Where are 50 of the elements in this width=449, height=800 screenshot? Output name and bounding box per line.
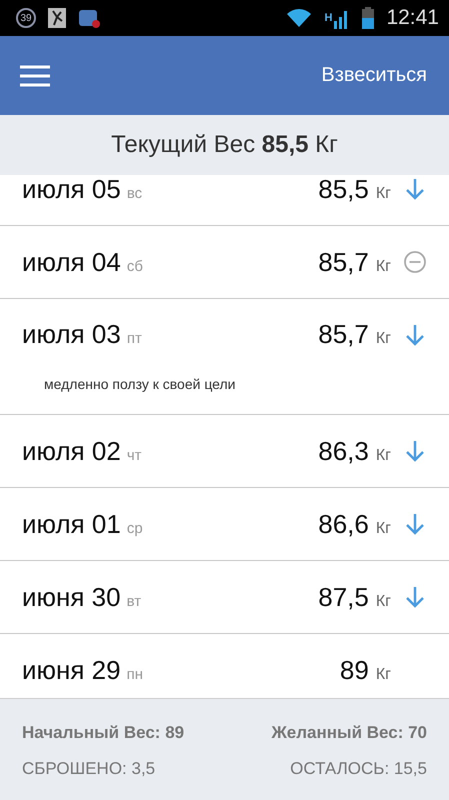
entry-date: июля 01 <box>22 508 121 540</box>
entry-weight: 85,7 <box>318 319 369 350</box>
network-type: H <box>324 12 332 24</box>
weekday: сб <box>126 258 143 274</box>
entry-weight: 89 <box>340 654 369 686</box>
entry-date: июля 05 <box>22 175 121 204</box>
down-arrow-icon <box>403 322 427 346</box>
weekday: пн <box>126 666 144 682</box>
weigh-in-button[interactable]: Взвеситься <box>321 60 427 91</box>
goal-weight: Желанный Вес: 70 <box>271 723 427 743</box>
battery-icon <box>362 7 374 29</box>
weekday: ср <box>126 520 143 536</box>
start-weight: Начальный Вес: 89 <box>22 723 186 743</box>
app-icon <box>48 8 66 28</box>
weight-unit: Кг <box>376 184 391 202</box>
minus-circle-icon <box>403 250 427 274</box>
menu-icon <box>20 64 50 86</box>
wifi-icon <box>286 8 312 28</box>
weight-unit: Кг <box>376 446 391 464</box>
entry-weight: 85,7 <box>318 246 369 278</box>
entry-weight: 87,5 <box>318 582 369 612</box>
weight-unit: Кг <box>376 330 391 348</box>
weight-unit: Кг <box>376 258 391 276</box>
entry-weight: 85,5 <box>318 175 369 204</box>
entry-weight: 86,3 <box>318 436 369 466</box>
down-arrow-icon <box>403 439 427 463</box>
menu-button[interactable] <box>20 64 50 86</box>
weight-unit: Кг <box>376 520 391 538</box>
weight-unit: Кг <box>376 666 391 684</box>
entry-date: июля 03 <box>22 319 121 350</box>
entry-weight: 86,6 <box>318 508 369 540</box>
weekday: вс <box>126 184 142 202</box>
weekday: чт <box>126 446 142 464</box>
clock: 12:41 <box>386 6 439 30</box>
app-icon <box>78 8 100 28</box>
notification-count: 39 <box>16 8 36 28</box>
down-arrow-icon <box>403 512 427 536</box>
entry-date: июня 29 <box>22 654 121 686</box>
down-arrow-icon <box>403 177 427 201</box>
entry-date: июля 02 <box>22 436 121 466</box>
down-arrow-icon <box>403 585 427 609</box>
weekday: вт <box>126 592 142 610</box>
weight-lost: СБРОШЕНО: 3,5 <box>22 759 156 779</box>
entry-date: июля 04 <box>22 246 121 278</box>
entry-note: медленно ползу к своей цели <box>44 376 236 392</box>
weight-left: ОСТАЛОСЬ: 15,5 <box>289 759 427 779</box>
weekday: пт <box>126 330 142 347</box>
weight-unit: Кг <box>376 592 391 610</box>
entry-date: июня 30 <box>22 582 121 612</box>
current-weight: Текущий Вес 85,5 Кг <box>111 131 338 159</box>
